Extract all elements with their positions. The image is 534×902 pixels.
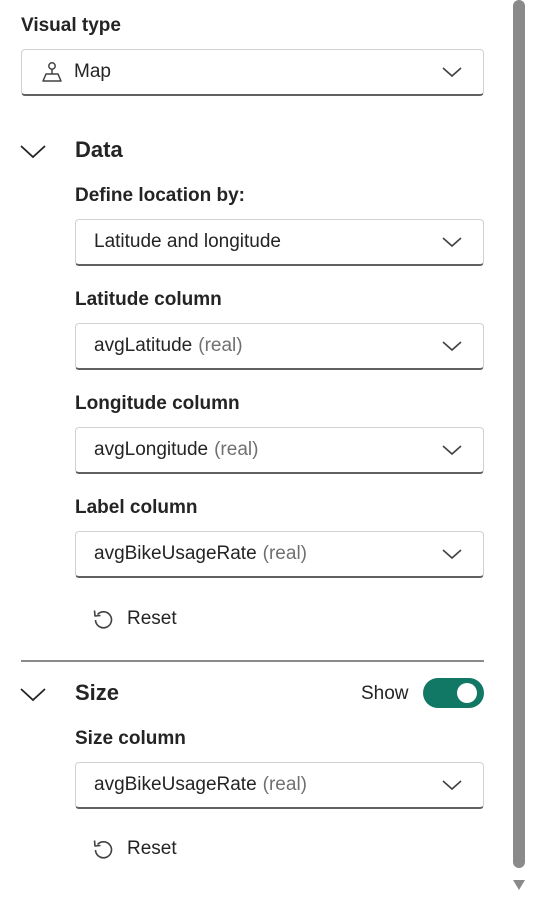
scrollbar-thumb[interactable] [513,0,525,868]
chevron-down-icon [442,445,462,456]
longitude-column-type: (real) [214,439,259,460]
scroll-down-arrow-icon[interactable] [513,880,525,890]
size-show-label: Show [361,683,409,704]
toggle-knob [457,683,477,703]
longitude-column-label: Longitude column [75,393,240,414]
map-pin-icon [42,62,62,82]
define-location-label: Define location by: [75,185,245,206]
visual-type-label: Visual type [21,15,121,36]
label-column-value: avgBikeUsageRate [94,543,257,564]
latitude-column-label: Latitude column [75,289,222,310]
longitude-column-value: avgLongitude [94,439,209,460]
visual-type-dropdown[interactable]: Map [21,49,484,96]
size-column-label: Size column [75,728,186,749]
chevron-down-icon [442,341,462,352]
size-column-dropdown[interactable]: avgBikeUsageRate (real) [75,762,484,809]
label-column-label: Label column [75,497,198,518]
reset-icon [93,840,113,859]
size-column-value: avgBikeUsageRate [94,774,257,795]
data-section-title: Data [75,137,123,162]
define-location-dropdown[interactable]: Latitude and longitude [75,219,484,266]
size-reset-label: Reset [127,838,177,859]
data-reset-label: Reset [127,608,177,629]
section-divider [21,660,484,662]
chevron-down-icon [442,67,462,78]
longitude-column-dropdown[interactable]: avgLongitude (real) [75,427,484,474]
chevron-down-icon [442,237,462,248]
label-column-type: (real) [262,543,307,564]
vertical-scrollbar[interactable] [513,0,525,868]
latitude-column-type: (real) [198,335,243,356]
size-collapse-chevron-icon[interactable] [19,683,47,705]
settings-panel: Visual type Map Data Define location by:… [0,0,534,902]
define-location-value: Latitude and longitude [94,231,281,252]
latitude-column-dropdown[interactable]: avgLatitude (real) [75,323,484,370]
chevron-down-icon [442,549,462,560]
size-column-type: (real) [262,774,307,795]
size-show-toggle[interactable] [423,678,484,708]
size-reset-button[interactable]: Reset [91,837,177,861]
reset-icon [93,610,113,629]
data-collapse-chevron-icon[interactable] [19,140,47,162]
chevron-down-icon [442,780,462,791]
latitude-column-value: avgLatitude [94,335,193,356]
label-column-dropdown[interactable]: avgBikeUsageRate (real) [75,531,484,578]
size-section-title: Size [75,680,120,705]
data-reset-button[interactable]: Reset [91,607,177,631]
visual-type-value: Map [74,61,111,82]
